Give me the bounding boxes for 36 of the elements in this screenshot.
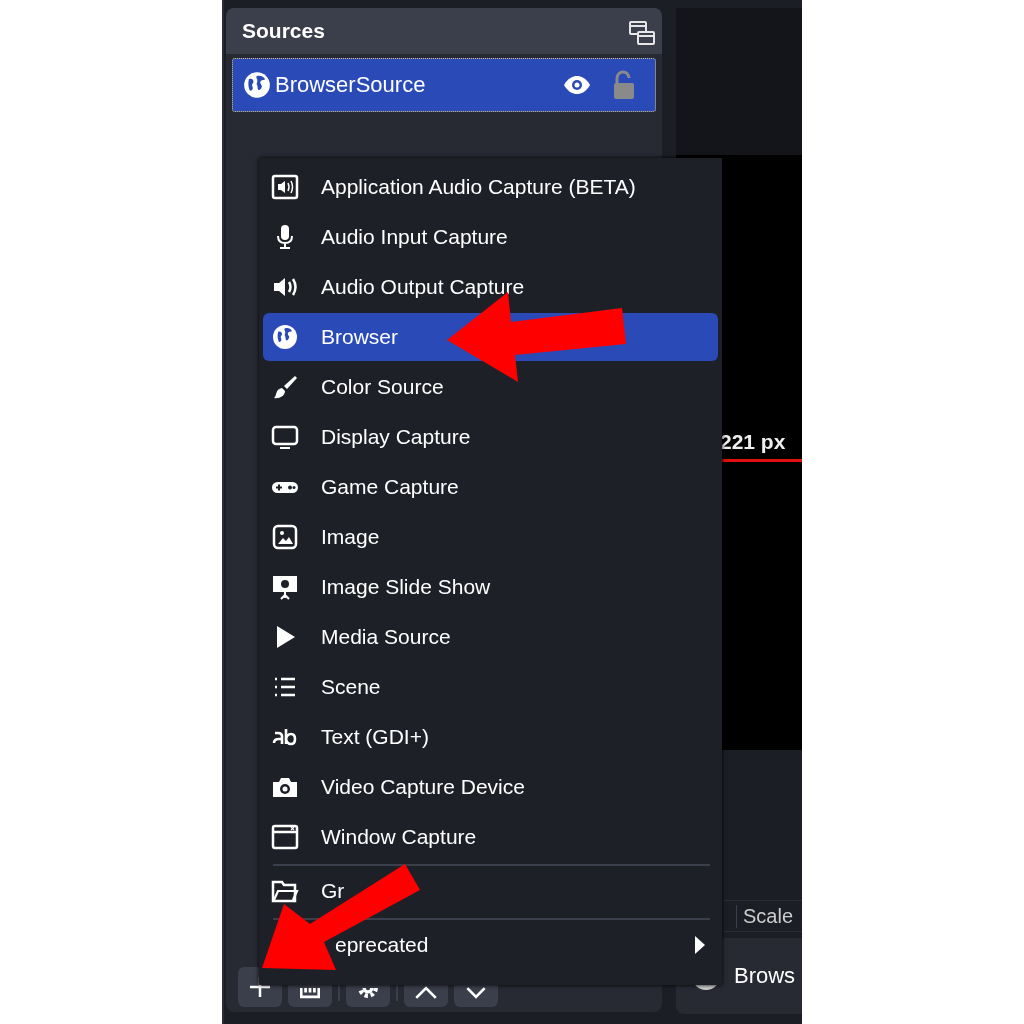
chevron-down-icon (466, 986, 486, 999)
speaker-box-icon (271, 173, 299, 201)
undock-icon[interactable] (628, 20, 656, 48)
gear-icon (358, 988, 378, 999)
menu-item[interactable]: Display Capture (263, 412, 718, 462)
source-item[interactable]: BrowserSource (232, 58, 656, 112)
menu-item[interactable]: Application Audio Capture (BETA) (263, 162, 718, 212)
window-icon (271, 823, 299, 851)
eye-icon[interactable] (563, 75, 591, 95)
menu-item[interactable]: Game Capture (263, 462, 718, 512)
tab[interactable]: Scale (736, 904, 794, 928)
image-icon (271, 523, 299, 551)
menu-item[interactable]: Image Slide Show (263, 562, 718, 612)
menu-item[interactable]: Media Source (263, 612, 718, 662)
chevron-up-icon (415, 986, 437, 999)
menu-item[interactable]: Window Capture (263, 812, 718, 862)
menu-item[interactable]: Scene (263, 662, 718, 712)
presentation-icon (271, 573, 299, 601)
menu-item[interactable]: Text (GDI+) (263, 712, 718, 762)
globe-icon (243, 71, 271, 99)
menu-item[interactable]: Audio Output Capture (263, 262, 718, 312)
measure-label: 221 px (720, 430, 786, 454)
menu-item[interactable]: Image (263, 512, 718, 562)
menu-item[interactable]: Audio Input Capture (263, 212, 718, 262)
panel-title: Sources (242, 19, 325, 43)
monitor-icon (271, 423, 299, 451)
submenu-caret-icon (694, 935, 706, 955)
menu-item[interactable]: eprecated (263, 920, 718, 970)
globe-icon (271, 323, 299, 351)
menu-item[interactable]: Color Source (263, 362, 718, 412)
menu-item[interactable]: Gr (263, 866, 718, 916)
menu-item[interactable]: Video Capture Device (263, 762, 718, 812)
brush-icon (271, 373, 299, 401)
source-name: BrowserSource (275, 72, 427, 98)
trash-icon (300, 988, 320, 999)
mixer-item-label: Brows (734, 963, 796, 989)
